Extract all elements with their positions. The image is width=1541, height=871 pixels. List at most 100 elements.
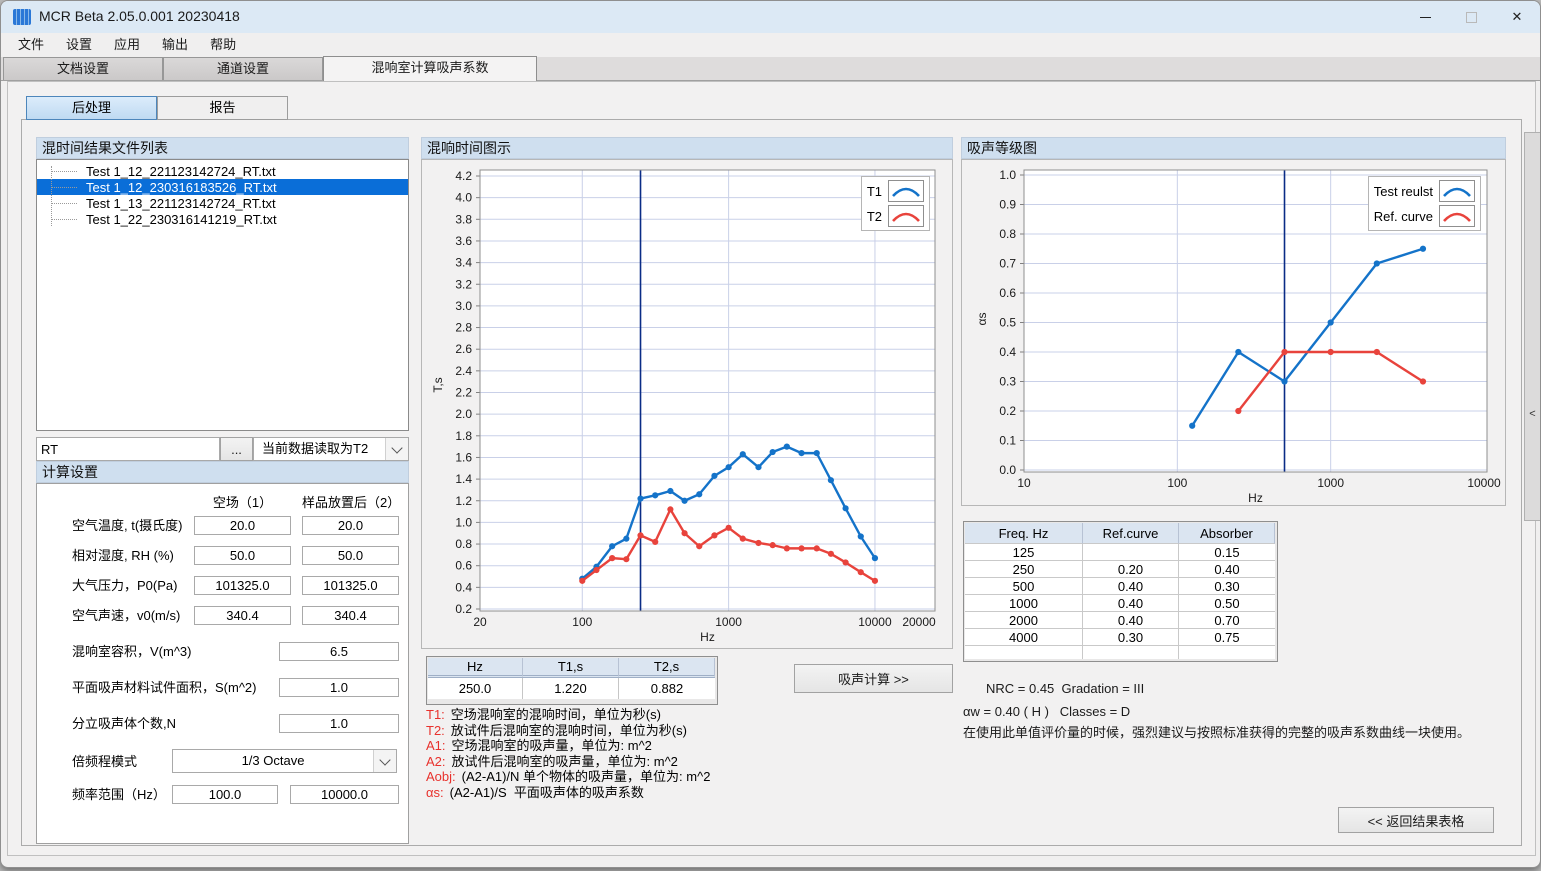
- grade-table-row[interactable]: 5000.400.30: [965, 578, 1275, 595]
- field-label-air-temp: 空气温度, t(摄氏度): [72, 516, 183, 535]
- grade-chart-legend: Test reulstRef. curve: [1368, 176, 1481, 231]
- svg-text:1.0: 1.0: [999, 168, 1016, 182]
- grade-table-row[interactable]: 10000.400.50: [965, 595, 1275, 612]
- svg-text:3.6: 3.6: [455, 234, 472, 248]
- air-temp-input-2[interactable]: [302, 516, 399, 535]
- freq-range-low-input[interactable]: [172, 785, 278, 804]
- file-list-item[interactable]: Test 1_22_230316141219_RT.txt: [37, 211, 408, 227]
- rt-chart[interactable]: 0.20.40.60.81.01.21.41.61.82.02.22.42.62…: [421, 159, 953, 649]
- menu-bar: 文件 设置 应用 输出 帮助: [1, 33, 1540, 57]
- grade-chart-header: 吸声等级图: [961, 137, 1506, 159]
- svg-text:1.8: 1.8: [455, 429, 472, 443]
- air-temp-input-1[interactable]: [194, 516, 291, 535]
- svg-text:2.0: 2.0: [455, 407, 472, 421]
- grade-chart-ylabel: αs: [975, 307, 989, 331]
- nrc-result-text: NRC = 0.45 Gradation = III: [986, 681, 1144, 696]
- tab-channel-settings[interactable]: 通道设置: [163, 57, 323, 80]
- aw-result-text: αw = 0.40 ( H ) Classes = D: [963, 704, 1130, 719]
- legend-entry: T2: [867, 205, 924, 227]
- svg-text:20000: 20000: [902, 615, 936, 629]
- grade-table-row[interactable]: 40000.300.75: [965, 629, 1275, 646]
- field-label-room-volume: 混响室容积，V(m^3): [72, 642, 192, 661]
- svg-text:0.8: 0.8: [455, 537, 472, 551]
- humidity-input-1[interactable]: [194, 546, 291, 565]
- field-label-sound-speed: 空气声速，v0(m/s): [72, 606, 180, 625]
- absorb-calc-button[interactable]: 吸声计算 >>: [794, 664, 953, 693]
- definitions: T1:空场混响室的混响时间，单位为秒(s)T2:放试件后混响室的混响时间，单位为…: [426, 707, 710, 801]
- rt-table-row[interactable]: 250.0 1.220 0.882: [428, 678, 715, 699]
- file-list-item[interactable]: Test 1_12_230316183526_RT.txt: [37, 179, 408, 195]
- menu-item-help[interactable]: 帮助: [199, 33, 247, 57]
- svg-text:0.2: 0.2: [999, 404, 1016, 418]
- field-label-pressure: 大气压力，P0(Pa): [72, 576, 177, 595]
- svg-text:1.6: 1.6: [455, 450, 472, 464]
- octave-mode-combo[interactable]: 1/3 Octave: [172, 749, 397, 773]
- grade-table-row[interactable]: 1250.15: [965, 544, 1275, 561]
- pressure-input-2[interactable]: [302, 576, 399, 595]
- read-as-combo[interactable]: 当前数据读取为T2: [253, 437, 409, 461]
- column-header-with-sample: 样品放置后（2）: [302, 492, 399, 511]
- definition-line: Aobj:(A2-A1)/N 单个物体的吸声量，单位为: m^2: [426, 769, 710, 785]
- file-list-item[interactable]: Test 1_12_221123142724_RT.txt: [37, 163, 408, 179]
- legend-curve-icon: [1439, 205, 1475, 227]
- subtab-report[interactable]: 报告: [157, 96, 288, 120]
- svg-text:Hz: Hz: [1248, 491, 1263, 505]
- grade-table-row[interactable]: 20000.400.70: [965, 612, 1275, 629]
- svg-text:3.8: 3.8: [455, 212, 472, 226]
- tab-document-settings[interactable]: 文档设置: [3, 57, 163, 80]
- svg-text:4.0: 4.0: [455, 191, 472, 205]
- minimize-button[interactable]: [1402, 1, 1448, 33]
- humidity-input-2[interactable]: [302, 546, 399, 565]
- browse-button[interactable]: ...: [220, 437, 253, 461]
- svg-text:2.6: 2.6: [455, 342, 472, 356]
- rt-chart-legend: T1T2: [861, 176, 930, 231]
- window-controls: ✕: [1402, 1, 1540, 33]
- menu-item-output[interactable]: 输出: [151, 33, 199, 57]
- file-name: Test 1_12_230316183526_RT.txt: [83, 180, 280, 195]
- file-list-item[interactable]: Test 1_13_221123142724_RT.txt: [37, 195, 408, 211]
- rt-time-chart-canvas[interactable]: 0.20.40.60.81.01.21.41.61.82.02.22.42.62…: [422, 160, 952, 646]
- svg-text:10000: 10000: [858, 615, 892, 629]
- absorber-count-input[interactable]: [279, 714, 399, 733]
- svg-text:0.0: 0.0: [999, 463, 1016, 477]
- room-volume-input[interactable]: [279, 642, 399, 661]
- collapse-panel-handle[interactable]: <: [1524, 132, 1541, 521]
- subtab-postprocess[interactable]: 后处理: [26, 96, 157, 120]
- back-to-results-button[interactable]: << 返回结果表格: [1338, 807, 1494, 833]
- definition-line: T2:放试件后混响室的混响时间，单位为秒(s): [426, 723, 710, 739]
- svg-text:2.4: 2.4: [455, 364, 472, 378]
- tab-reverb-absorption[interactable]: 混响室计算吸声系数: [323, 56, 537, 81]
- svg-text:0.9: 0.9: [999, 198, 1016, 212]
- chevron-down-icon[interactable]: [373, 750, 396, 772]
- grade-chart[interactable]: 0.00.10.20.30.40.50.60.70.80.91.01010010…: [961, 159, 1506, 506]
- maximize-button[interactable]: [1448, 1, 1494, 33]
- chevron-down-icon[interactable]: [385, 438, 408, 460]
- menu-item-file[interactable]: 文件: [7, 33, 55, 57]
- sample-area-input[interactable]: [279, 678, 399, 697]
- svg-text:3.4: 3.4: [455, 256, 472, 270]
- menu-item-settings[interactable]: 设置: [55, 33, 103, 57]
- field-label-humidity: 相对湿度, RH (%): [72, 546, 174, 565]
- rt-name-input[interactable]: [36, 437, 220, 461]
- svg-text:0.7: 0.7: [999, 257, 1016, 271]
- field-label-absorber-count: 分立吸声体个数,N: [72, 714, 176, 733]
- grade-table-row[interactable]: 2500.200.40: [965, 561, 1275, 578]
- tree-branch-icon: [51, 203, 77, 204]
- freq-range-high-input[interactable]: [290, 785, 399, 804]
- svg-text:0.4: 0.4: [999, 345, 1016, 359]
- svg-text:0.5: 0.5: [999, 316, 1016, 330]
- collapse-arrow-icon: <: [1525, 408, 1540, 420]
- sound-speed-input-2[interactable]: [302, 606, 399, 625]
- svg-text:1.2: 1.2: [455, 494, 472, 508]
- svg-text:1.4: 1.4: [455, 472, 472, 486]
- close-button[interactable]: ✕: [1494, 1, 1540, 33]
- svg-text:3.0: 3.0: [455, 299, 472, 313]
- file-list[interactable]: Test 1_12_221123142724_RT.txtTest 1_12_2…: [36, 159, 409, 431]
- rt-chart-header: 混响时间图示: [421, 137, 953, 159]
- grade-table-row: [965, 646, 1275, 659]
- svg-text:0.3: 0.3: [999, 375, 1016, 389]
- sound-speed-input-1[interactable]: [194, 606, 291, 625]
- pressure-input-1[interactable]: [194, 576, 291, 595]
- menu-item-application[interactable]: 应用: [103, 33, 151, 57]
- svg-text:4.2: 4.2: [455, 169, 472, 183]
